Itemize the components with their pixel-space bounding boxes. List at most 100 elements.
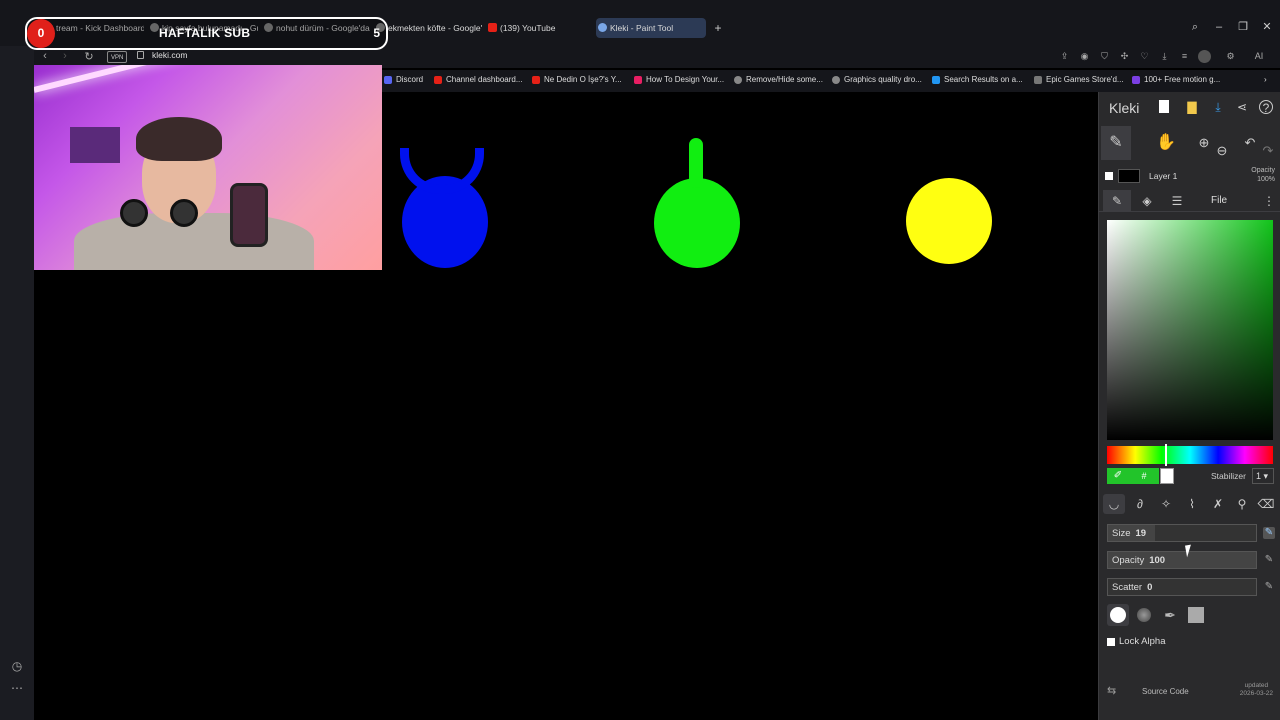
layer-row[interactable]: Layer 1 Opacity 100% xyxy=(1099,166,1280,186)
url-field[interactable]: kleki.com xyxy=(152,50,187,60)
extension-icon[interactable]: ✣ xyxy=(1118,50,1131,63)
download-icon[interactable]: ⤓ xyxy=(1158,50,1171,63)
hue-slider-handle[interactable] xyxy=(1165,444,1167,466)
vpn-badge[interactable]: VPN xyxy=(107,51,128,63)
drawing-canvas[interactable] xyxy=(382,92,1098,702)
chart-icon xyxy=(532,76,540,84)
scatter-pressure-icon[interactable]: ✎ xyxy=(1263,581,1275,593)
tab-layers[interactable]: ◈ xyxy=(1133,190,1161,212)
hand-tool-icon[interactable]: ✋ xyxy=(1151,126,1181,160)
color-swatch-row: ✐ # Stabilizer 1 ▾ xyxy=(1099,466,1280,486)
lock-icon[interactable] xyxy=(137,51,144,59)
settings-icon[interactable]: ⚙ xyxy=(1224,50,1237,63)
tab-brush[interactable]: ✎ xyxy=(1103,190,1131,212)
pixel-brush-icon[interactable]: ⌇ xyxy=(1181,494,1203,514)
youtube-favicon-icon xyxy=(488,23,497,32)
square-brush-button[interactable] xyxy=(1185,604,1207,626)
bookmark-channel-dashboard[interactable]: Channel dashboard... xyxy=(434,75,523,84)
tab-file[interactable]: File xyxy=(1211,190,1227,212)
lock-alpha-box[interactable] xyxy=(1107,638,1115,646)
bookmark-design[interactable]: How To Design Your... xyxy=(634,75,724,84)
bookmark-discord[interactable]: Discord xyxy=(384,75,423,84)
camera-icon[interactable]: ◉ xyxy=(1078,50,1091,63)
brush-tool-button[interactable]: ✎ xyxy=(1101,126,1131,160)
round-brush-button[interactable] xyxy=(1107,604,1129,626)
stabilizer-label: Stabilizer xyxy=(1211,471,1246,481)
bookmark-epic-games[interactable]: Epic Games Store'd... xyxy=(1034,75,1124,84)
led-strip xyxy=(34,65,258,93)
pen-brush-icon[interactable]: ◡ xyxy=(1103,494,1125,514)
more-icon[interactable]: ⋯ xyxy=(9,680,25,696)
close-window-button[interactable]: ✕ xyxy=(1260,20,1274,34)
opacity-label: Opacity xyxy=(1112,555,1145,566)
tab-kleki[interactable]: Kleki - Paint Tool xyxy=(596,18,706,38)
bookmarks-bar: Discord Channel dashboard... Ne Dedin O … xyxy=(380,70,1280,92)
layer-visibility-checkbox[interactable] xyxy=(1105,172,1113,180)
share-icon[interactable]: ⇪ xyxy=(1058,50,1071,63)
eyedropper-icon[interactable]: ✐ xyxy=(1107,468,1129,484)
bookmark-graphics-quality[interactable]: Graphics quality dro... xyxy=(832,75,922,84)
eraser-icon[interactable]: ⌫ xyxy=(1255,494,1277,514)
minimize-button[interactable]: – xyxy=(1212,20,1226,34)
scatter-label: Scatter xyxy=(1112,582,1143,593)
source-code-link[interactable]: Source Code xyxy=(1142,687,1189,696)
size-slider[interactable]: Size 19 xyxy=(1107,524,1257,542)
reload-icon[interactable]: ↻ xyxy=(82,50,96,63)
sketchy-brush-icon[interactable]: ✧ xyxy=(1155,494,1177,514)
soft-brush-icon xyxy=(1137,608,1151,622)
tab-google-search-3[interactable]: ekmekten köfte - Google' xyxy=(374,18,482,38)
hex-input-button[interactable]: # xyxy=(1129,468,1159,484)
zoom-out-icon[interactable]: ⊖ xyxy=(1207,134,1237,168)
kleki-footer: ⇆ Source Code updated 2026-03-22 xyxy=(1099,678,1280,706)
forward-icon[interactable]: › xyxy=(58,50,72,62)
layer-name: Layer 1 xyxy=(1149,171,1178,181)
new-tab-button[interactable]: + xyxy=(712,22,724,34)
more-options-icon[interactable]: ⋮ xyxy=(1263,190,1275,212)
ai-button[interactable]: AI xyxy=(1244,50,1274,63)
chemy-brush-icon[interactable]: ✗ xyxy=(1207,494,1229,514)
swap-side-icon[interactable]: ⇆ xyxy=(1107,684,1116,697)
green-stem xyxy=(689,138,703,188)
open-folder-icon[interactable]: ▇ xyxy=(1185,100,1199,114)
secondary-color-swatch[interactable] xyxy=(1160,468,1174,484)
blend-brush-icon[interactable]: ∂ xyxy=(1129,494,1151,514)
bookmark-search-results[interactable]: Search Results on a... xyxy=(932,75,1023,84)
tab-adjust[interactable]: ☰ xyxy=(1163,190,1191,212)
maximize-button[interactable]: ❐ xyxy=(1236,20,1250,34)
bookmark-favicon-icon xyxy=(932,76,940,84)
sub-goal-target: 5 xyxy=(373,26,380,40)
scatter-slider[interactable]: Scatter 0 xyxy=(1107,578,1257,596)
headphone-right xyxy=(170,199,198,227)
menu-icon[interactable]: ≡ xyxy=(1178,50,1191,63)
new-image-icon[interactable] xyxy=(1159,100,1169,113)
tab-youtube[interactable]: (139) YouTube xyxy=(486,18,590,38)
history-icon[interactable]: ◷ xyxy=(9,658,25,674)
lock-alpha-checkbox[interactable]: Lock Alpha xyxy=(1107,635,1227,649)
color-saturation-picker[interactable] xyxy=(1107,220,1273,440)
smudge-brush-icon[interactable]: ⚲ xyxy=(1231,494,1253,514)
help-icon[interactable]: ? xyxy=(1259,100,1273,115)
shield-icon[interactable]: ⛉ xyxy=(1098,50,1111,63)
back-icon[interactable]: ‹ xyxy=(38,50,52,62)
kleki-tool-panel: Kleki ▇ ⤓ ⋖ ? ✎ ✋ ⊕ ⊖ ↶ ↷ Layer 1 Opacit… xyxy=(1098,92,1280,720)
share-icon[interactable]: ⋖ xyxy=(1235,100,1249,114)
bookmark-ne-dedin[interactable]: Ne Dedin O İşe?'s Y... xyxy=(532,75,622,84)
kleki-favicon-icon xyxy=(598,23,607,32)
opacity-pressure-icon[interactable]: ✎ xyxy=(1263,554,1275,566)
opacity-value: 100 xyxy=(1149,555,1166,566)
gear-icon xyxy=(734,76,742,84)
heart-icon[interactable]: ♡ xyxy=(1138,50,1151,63)
profile-avatar[interactable] xyxy=(1198,50,1211,63)
bookmarks-overflow-icon[interactable]: › xyxy=(1252,75,1267,84)
bookmark-remove-hide[interactable]: Remove/Hide some... xyxy=(734,75,823,84)
bookmark-motion-graphics[interactable]: 100+ Free motion g... xyxy=(1132,75,1220,84)
calligraphy-brush-icon[interactable]: ✒ xyxy=(1159,604,1181,626)
soft-brush-button[interactable] xyxy=(1133,604,1155,626)
size-pressure-icon[interactable]: ✎ xyxy=(1263,527,1275,539)
download-icon[interactable]: ⤓ xyxy=(1211,100,1225,114)
redo-icon[interactable]: ↷ xyxy=(1253,134,1280,168)
search-tabs-icon[interactable]: ⌕ xyxy=(1188,20,1202,34)
hue-slider[interactable] xyxy=(1107,446,1273,464)
stabilizer-select[interactable]: 1 ▾ xyxy=(1252,468,1274,484)
opacity-slider[interactable]: Opacity 100 xyxy=(1107,551,1257,569)
